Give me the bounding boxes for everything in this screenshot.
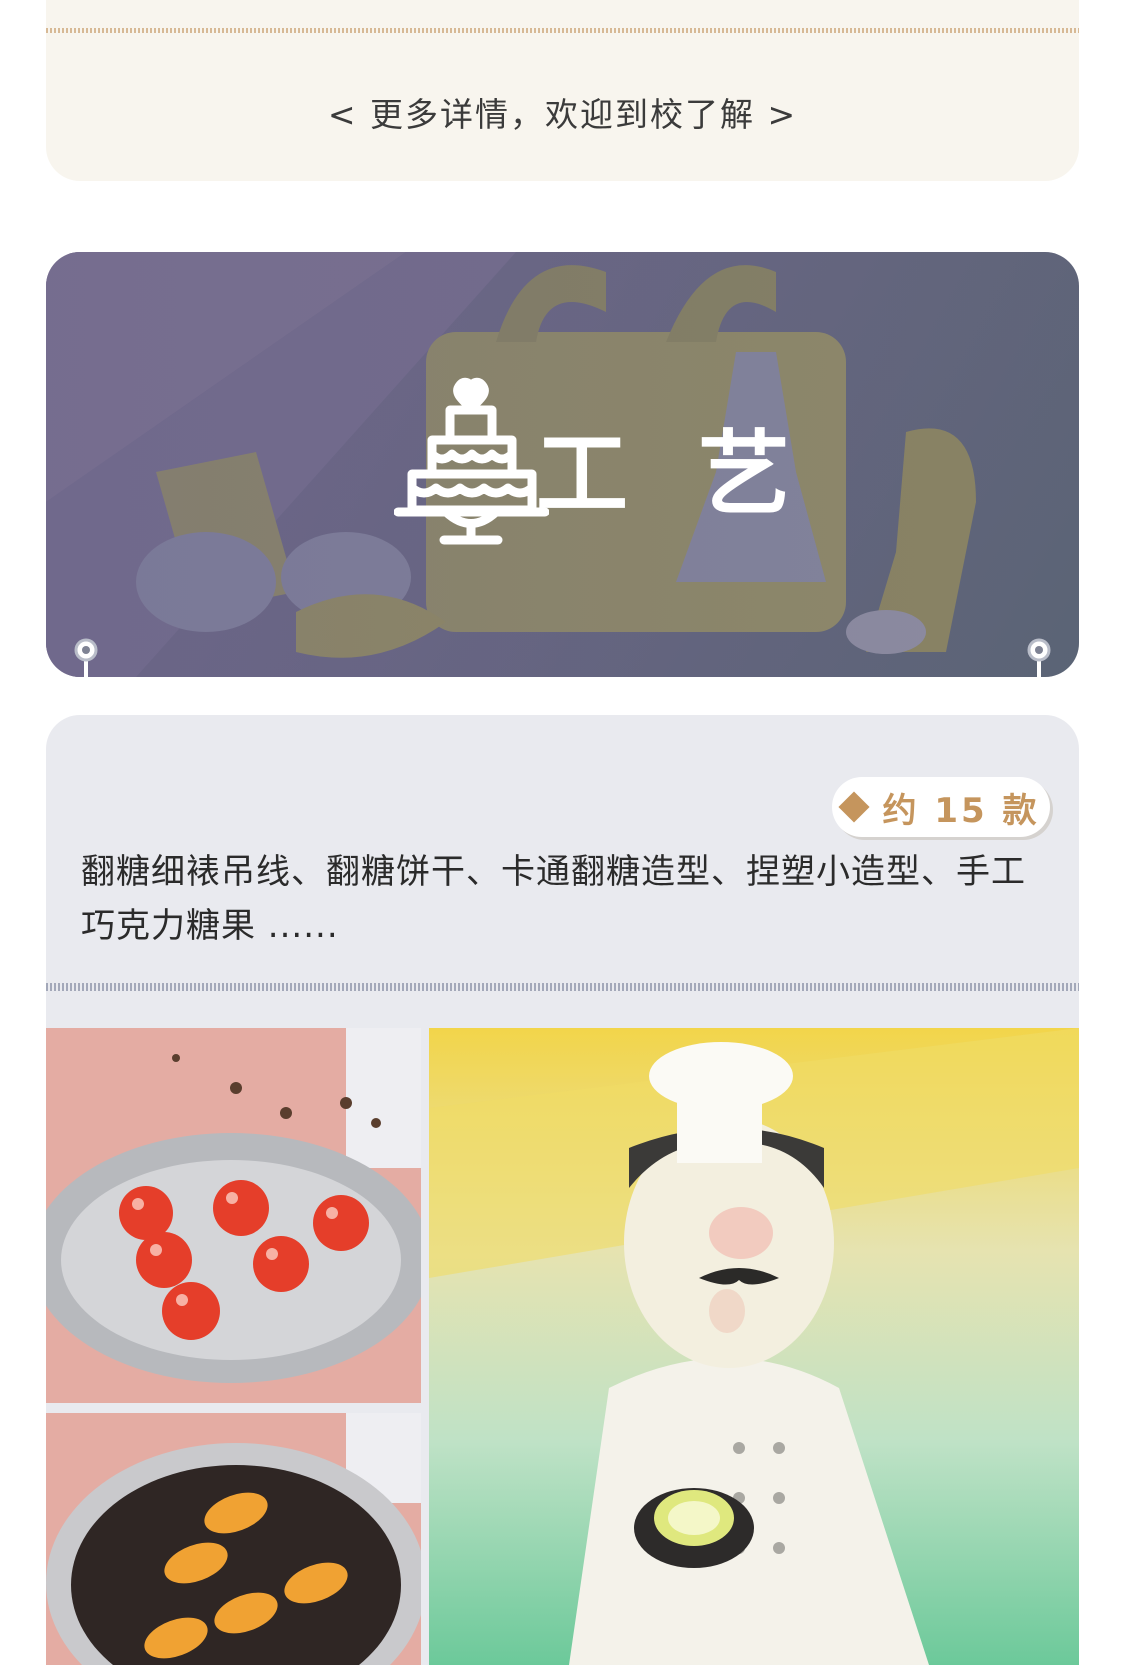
intro-card: < 更多详情，欢迎到校了解 > xyxy=(46,0,1079,181)
dotted-divider xyxy=(46,983,1079,991)
section-title: 工艺 xyxy=(536,421,861,528)
photo-chocolate-bonbons xyxy=(46,1413,421,1665)
dotted-divider xyxy=(46,28,1079,33)
count-badge-label: 约 15 款 xyxy=(882,790,1040,831)
photo-fondant-chef-figure xyxy=(429,1028,1079,1665)
diamond-icon xyxy=(837,791,870,823)
craft-banner: 工艺 xyxy=(46,252,1079,677)
craft-description: 翻糖细裱吊线、翻糖饼干、卡通翻糖造型、捏塑小造型、手工巧克力糖果 ...... xyxy=(81,852,1026,946)
photo-chocolate-truffles xyxy=(46,1028,421,1403)
more-details-link[interactable]: < 更多详情，欢迎到校了解 > xyxy=(46,88,1079,136)
cake-icon xyxy=(394,377,549,545)
count-badge: 约 15 款 xyxy=(832,777,1050,837)
